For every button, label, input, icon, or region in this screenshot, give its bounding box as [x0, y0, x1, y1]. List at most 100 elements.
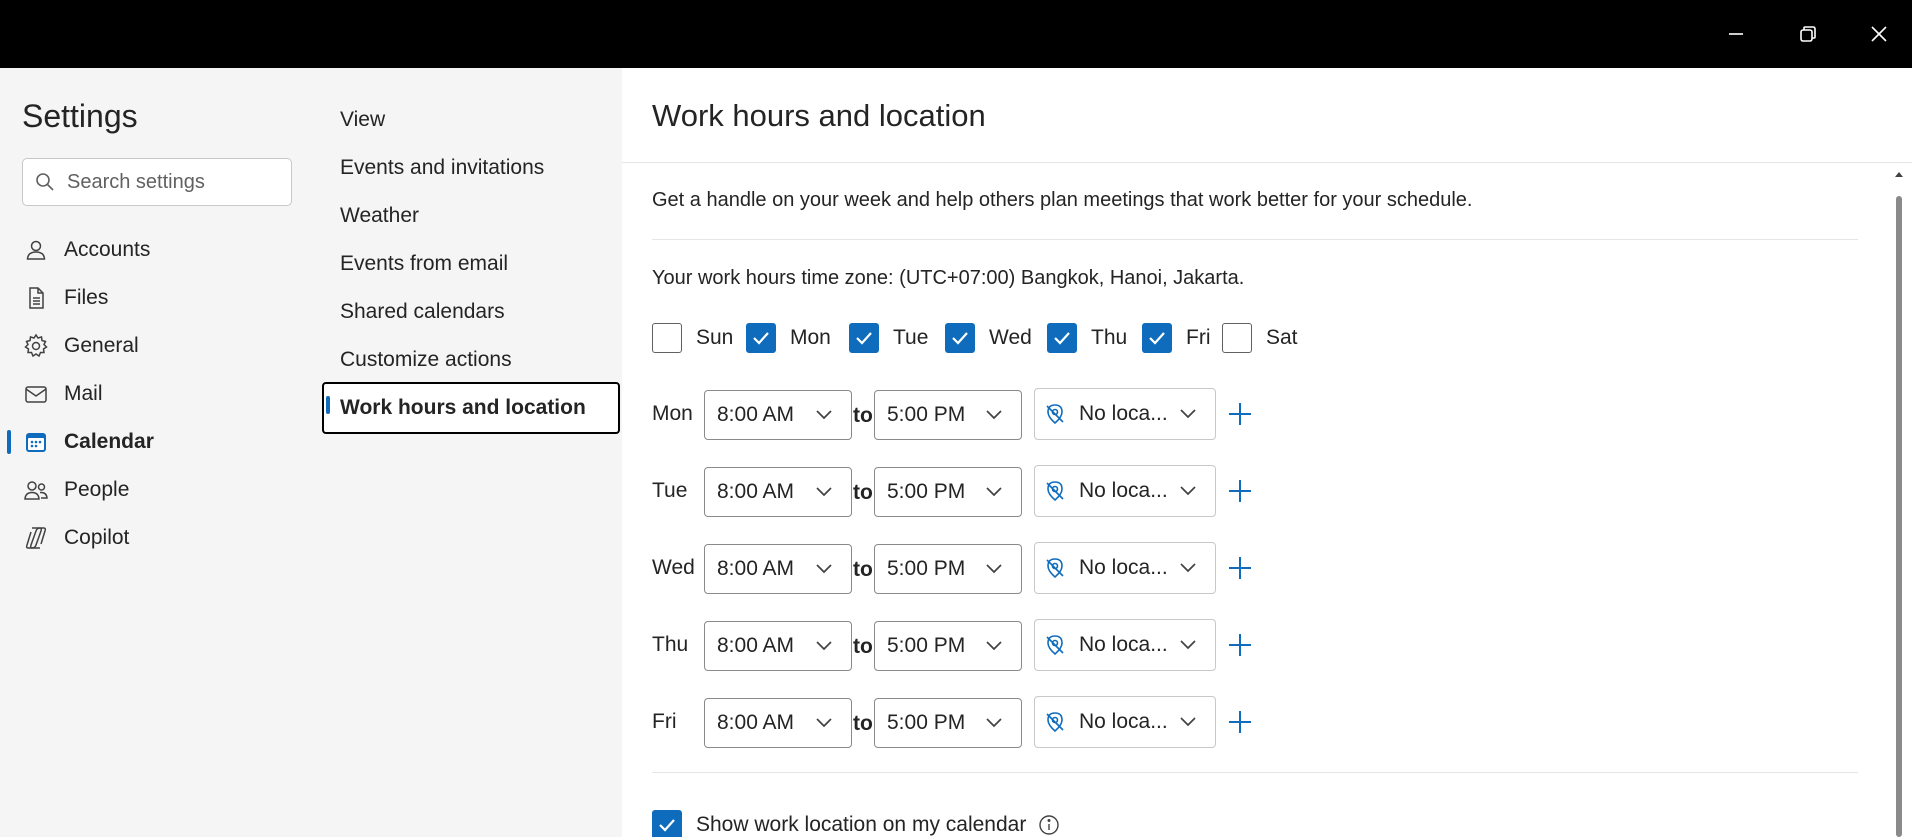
end-time-dropdown[interactable]: 5:00 PM — [874, 544, 1022, 594]
show-work-location-checkbox[interactable] — [652, 810, 682, 837]
start-time-dropdown[interactable]: 8:00 AM — [704, 544, 852, 594]
chevron-down-icon — [981, 563, 1007, 575]
plus-icon — [1229, 634, 1251, 656]
start-time-dropdown[interactable]: 8:00 AM — [704, 467, 852, 517]
checkmark-icon — [659, 819, 675, 832]
location-dropdown[interactable]: No loca... — [1034, 619, 1216, 671]
info-icon[interactable] — [1038, 814, 1060, 836]
settings-sidebar: Settings Accounts Files General Mail Cal… — [0, 68, 322, 837]
subnav-item-customize-actions[interactable]: Customize actions — [322, 338, 622, 382]
show-work-location-label: Show work location on my calendar — [696, 813, 1027, 836]
dropdown-value: 8:00 AM — [717, 711, 795, 734]
start-time-dropdown[interactable]: 8:00 AM — [704, 698, 852, 748]
sidebar-item-calendar[interactable]: Calendar — [22, 422, 312, 462]
add-time-button[interactable] — [1220, 548, 1260, 588]
day-checkbox-mon[interactable]: Mon — [746, 323, 831, 353]
sidebar-item-label: Accounts — [64, 238, 151, 261]
dropdown-value: 5:00 PM — [887, 557, 966, 580]
checkbox[interactable] — [1047, 323, 1077, 353]
minimize-button[interactable] — [1716, 14, 1756, 54]
day-checkbox-thu[interactable]: Thu — [1047, 323, 1127, 353]
minimize-icon — [1729, 33, 1743, 35]
location-dropdown[interactable]: No loca... — [1034, 696, 1216, 748]
end-time-dropdown[interactable]: 5:00 PM — [874, 698, 1022, 748]
close-button[interactable] — [1859, 14, 1899, 54]
checkmark-icon — [1054, 332, 1070, 345]
restore-button[interactable] — [1788, 14, 1828, 54]
day-label: Sun — [696, 326, 734, 349]
sidebar-item-mail[interactable]: Mail — [22, 374, 312, 414]
subnav-item-events-from-email[interactable]: Events from email — [322, 242, 622, 286]
to-label: to — [853, 712, 873, 735]
no-location-icon — [1043, 556, 1071, 580]
show-work-location-option[interactable]: Show work location on my calendar — [652, 810, 1060, 837]
add-time-button[interactable] — [1220, 625, 1260, 665]
search-settings-box[interactable] — [22, 158, 292, 206]
day-label: Mon — [790, 326, 831, 349]
day-checkbox-sun[interactable]: Sun — [652, 323, 733, 353]
plus-icon — [1229, 557, 1251, 579]
dropdown-value: 8:00 AM — [717, 403, 795, 426]
subnav-item-work-hours-location[interactable]: Work hours and location — [322, 382, 620, 434]
sidebar-item-label: Calendar — [64, 430, 154, 453]
checkbox[interactable] — [1142, 323, 1172, 353]
end-time-dropdown[interactable]: 5:00 PM — [874, 390, 1022, 440]
to-label: to — [853, 481, 873, 504]
row-day-label: Tue — [652, 479, 688, 502]
day-checkbox-sat[interactable]: Sat — [1222, 323, 1298, 353]
chevron-down-icon — [811, 486, 837, 498]
sidebar-item-general[interactable]: General — [22, 326, 312, 366]
day-checkbox-tue[interactable]: Tue — [849, 323, 928, 353]
add-time-button[interactable] — [1220, 471, 1260, 511]
checkmark-icon — [856, 332, 872, 345]
checkmark-icon — [952, 332, 968, 345]
subnav-item-shared-calendars[interactable]: Shared calendars — [322, 290, 622, 334]
sidebar-item-files[interactable]: Files — [22, 278, 312, 318]
row-day-label: Thu — [652, 633, 689, 656]
divider — [622, 162, 1912, 163]
sidebar-item-accounts[interactable]: Accounts — [22, 230, 312, 270]
end-time-dropdown[interactable]: 5:00 PM — [874, 621, 1022, 671]
to-label: to — [853, 404, 873, 427]
start-time-dropdown[interactable]: 8:00 AM — [704, 390, 852, 440]
settings-title: Settings — [22, 98, 138, 134]
scroll-up-arrow-icon[interactable] — [1894, 170, 1904, 180]
checkbox[interactable] — [746, 323, 776, 353]
checkmark-icon — [1149, 332, 1165, 345]
document-icon — [22, 284, 50, 312]
sidebar-item-people[interactable]: People — [22, 470, 312, 510]
day-label: Wed — [989, 326, 1032, 349]
day-label: Tue — [893, 326, 929, 349]
chevron-down-icon — [981, 409, 1007, 421]
sidebar-item-copilot[interactable]: Copilot — [22, 518, 312, 558]
chevron-down-icon — [811, 640, 837, 652]
subnav-item-events-invitations[interactable]: Events and invitations — [322, 146, 622, 190]
checkbox[interactable] — [945, 323, 975, 353]
scroll-thumb[interactable] — [1896, 196, 1902, 837]
location-dropdown[interactable]: No loca... — [1034, 465, 1216, 517]
scrollbar[interactable] — [1894, 170, 1904, 837]
add-time-button[interactable] — [1220, 394, 1260, 434]
sidebar-item-label: Files — [64, 286, 109, 309]
chevron-down-icon — [981, 640, 1007, 652]
chevron-down-icon — [1175, 716, 1201, 728]
end-time-dropdown[interactable]: 5:00 PM — [874, 467, 1022, 517]
location-dropdown[interactable]: No loca... — [1034, 388, 1216, 440]
add-time-button[interactable] — [1220, 702, 1260, 742]
divider — [652, 772, 1858, 773]
start-time-dropdown[interactable]: 8:00 AM — [704, 621, 852, 671]
subnav-item-weather[interactable]: Weather — [322, 194, 622, 238]
subnav-item-view[interactable]: View — [322, 98, 622, 142]
dropdown-value: No loca... — [1079, 710, 1168, 733]
day-label: Thu — [1091, 326, 1128, 349]
day-checkbox-wed[interactable]: Wed — [945, 323, 1032, 353]
location-dropdown[interactable]: No loca... — [1034, 542, 1216, 594]
checkbox[interactable] — [1222, 323, 1252, 353]
dropdown-value: 8:00 AM — [717, 557, 795, 580]
checkbox[interactable] — [849, 323, 879, 353]
no-location-icon — [1043, 710, 1071, 734]
day-checkbox-fri[interactable]: Fri — [1142, 323, 1211, 353]
people-icon — [22, 476, 50, 504]
search-input[interactable] — [67, 170, 277, 194]
checkbox[interactable] — [652, 323, 682, 353]
